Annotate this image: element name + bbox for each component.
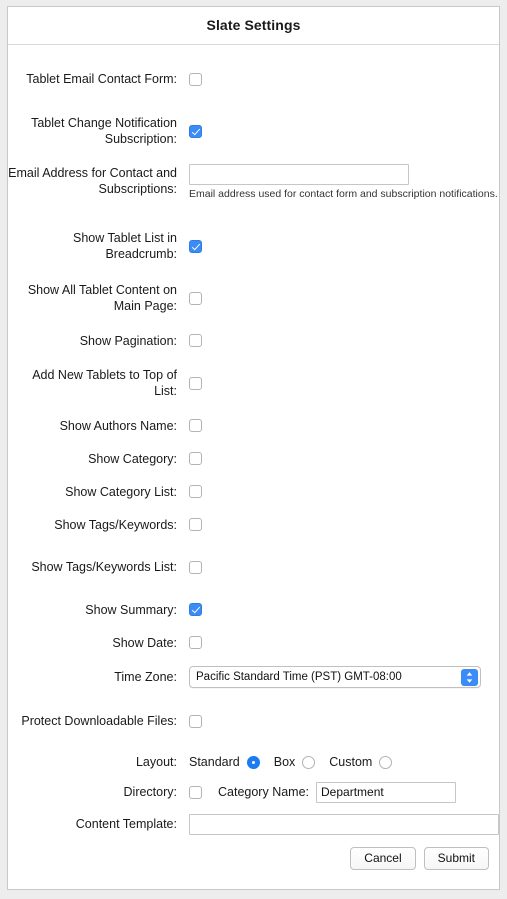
- label-show-tags-keywords-list: Show Tags/Keywords List:: [31, 560, 177, 574]
- row-show-tags-keywords: Show Tags/Keywords:: [8, 508, 499, 541]
- layout-option-label-custom: Custom: [329, 755, 373, 769]
- label-email-address: Email Address for Contact and Subscripti…: [8, 166, 177, 196]
- label-show-category-list: Show Category List:: [65, 484, 177, 499]
- row-protect-downloadable-files: Protect Downloadable Files:: [8, 695, 499, 747]
- label-add-new-tablets-top: Add New Tablets to Top of List:: [32, 368, 177, 398]
- row-show-summary: Show Summary:: [8, 593, 499, 626]
- row-show-tablet-list-breadcrumb: Show Tablet List in Breadcrumb:: [8, 220, 499, 272]
- label-show-tablet-list-breadcrumb: Show Tablet List in Breadcrumb:: [73, 231, 177, 261]
- row-show-all-tablet-content: Show All Tablet Content on Main Page:: [8, 272, 499, 324]
- layout-option-label-box: Box: [273, 755, 296, 769]
- label-category-name: Category Name:: [218, 785, 310, 799]
- radio-layout-box[interactable]: [302, 755, 316, 769]
- row-show-pagination: Show Pagination:: [8, 324, 499, 357]
- checkbox-tablet-change-notification[interactable]: [189, 124, 202, 138]
- submit-button[interactable]: Submit: [423, 847, 489, 870]
- checkbox-show-pagination[interactable]: [189, 334, 202, 347]
- label-time-zone: Time Zone:: [114, 670, 177, 684]
- page-title: Slate Settings: [8, 7, 499, 45]
- settings-card: Slate Settings Tablet Email Contact Form…: [7, 6, 500, 890]
- row-show-authors-name: Show Authors Name:: [8, 409, 499, 442]
- email-address-help-text: Email address used for contact form and …: [189, 188, 498, 200]
- content-template-input[interactable]: [189, 813, 499, 835]
- row-add-new-tablets-top: Add New Tablets to Top of List:: [8, 357, 499, 409]
- checkbox-show-summary[interactable]: [189, 603, 202, 616]
- cancel-button[interactable]: Cancel: [350, 847, 416, 870]
- row-layout: Layout: Standard Box Custom: [8, 747, 499, 777]
- label-show-pagination: Show Pagination:: [79, 333, 177, 348]
- row-show-tags-keywords-list: Show Tags/Keywords List:: [8, 541, 499, 593]
- checkbox-show-tags-keywords[interactable]: [189, 518, 202, 531]
- label-layout: Layout:: [135, 755, 177, 769]
- row-show-category: Show Category:: [8, 442, 499, 475]
- time-zone-selected-value: Pacific Standard Time (PST) GMT-08:00: [196, 671, 402, 683]
- settings-form: Tablet Email Contact Form: Tablet Change…: [8, 45, 499, 889]
- label-show-category: Show Category:: [88, 451, 177, 466]
- checkbox-show-tablet-list-breadcrumb[interactable]: [189, 239, 202, 253]
- email-address-input[interactable]: [189, 164, 409, 185]
- radio-layout-custom[interactable]: [379, 755, 393, 769]
- row-tablet-email-contact-form: Tablet Email Contact Form:: [8, 53, 499, 105]
- label-show-tags-keywords: Show Tags/Keywords:: [54, 517, 177, 532]
- checkbox-directory[interactable]: [189, 785, 202, 799]
- label-show-authors-name: Show Authors Name:: [59, 418, 177, 433]
- checkbox-show-authors-name[interactable]: [189, 419, 202, 432]
- page-background: Slate Settings Tablet Email Contact Form…: [0, 0, 507, 899]
- checkbox-show-category-list[interactable]: [189, 485, 202, 498]
- label-show-summary: Show Summary:: [85, 602, 177, 617]
- checkbox-show-date[interactable]: [189, 636, 202, 649]
- category-name-input[interactable]: [316, 781, 457, 803]
- row-tablet-change-notification: Tablet Change Notification Subscription:: [8, 105, 499, 157]
- label-tablet-change-notification: Tablet Change Notification Subscription:: [31, 116, 177, 146]
- form-actions: Cancel Submit: [8, 841, 499, 870]
- label-show-all-tablet-content: Show All Tablet Content on Main Page:: [27, 283, 177, 313]
- checkbox-show-category[interactable]: [189, 452, 202, 465]
- row-content-template: Content Template:: [8, 807, 499, 841]
- checkbox-protect-downloadable-files[interactable]: [189, 714, 202, 728]
- label-show-date: Show Date:: [112, 635, 177, 650]
- checkbox-show-all-tablet-content[interactable]: [189, 291, 202, 305]
- row-time-zone: Time Zone: Pacific Standard Time (PST) G…: [8, 659, 499, 695]
- checkbox-tablet-email-contact-form[interactable]: [189, 72, 202, 86]
- row-email-address: Email Address for Contact and Subscripti…: [8, 157, 499, 220]
- layout-option-label-standard: Standard: [189, 755, 240, 769]
- row-directory: Directory: Category Name:: [8, 777, 499, 807]
- checkbox-show-tags-keywords-list[interactable]: [189, 560, 202, 574]
- label-protect-downloadable-files: Protect Downloadable Files:: [21, 714, 177, 728]
- row-show-category-list: Show Category List:: [8, 475, 499, 508]
- row-show-date: Show Date:: [8, 626, 499, 659]
- radio-layout-standard[interactable]: [246, 755, 260, 769]
- checkbox-add-new-tablets-top[interactable]: [189, 376, 202, 390]
- label-directory: Directory:: [123, 785, 177, 799]
- label-tablet-email-contact-form: Tablet Email Contact Form:: [26, 72, 177, 86]
- chevron-up-down-icon: [461, 668, 478, 686]
- layout-options: Standard Box Custom: [189, 755, 393, 769]
- label-content-template: Content Template:: [75, 817, 177, 831]
- time-zone-select[interactable]: Pacific Standard Time (PST) GMT-08:00: [189, 666, 481, 688]
